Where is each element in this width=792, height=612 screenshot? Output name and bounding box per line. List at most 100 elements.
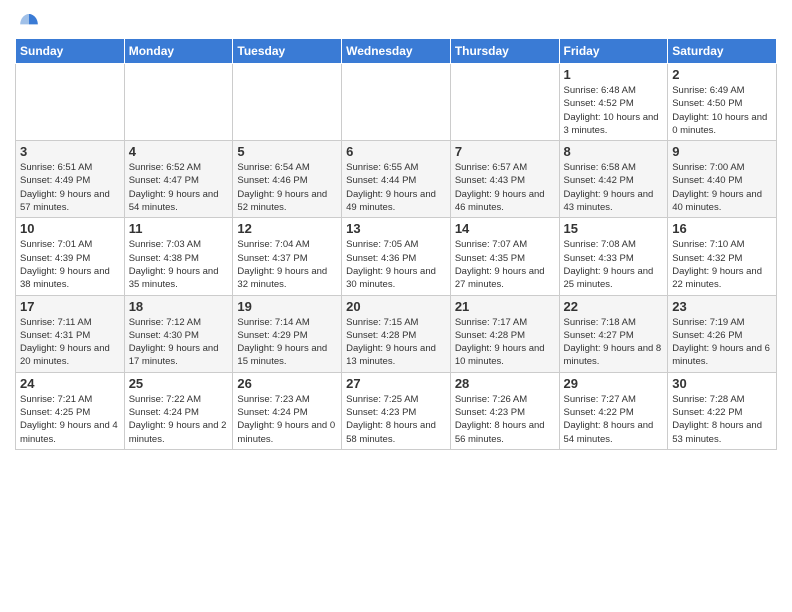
cell-info: Sunset: 4:30 PM [129,329,229,342]
cell-info: Sunset: 4:42 PM [564,174,664,187]
cell-2-7: 9Sunrise: 7:00 AMSunset: 4:40 PMDaylight… [668,141,777,218]
cell-4-1: 17Sunrise: 7:11 AMSunset: 4:31 PMDayligh… [16,295,125,372]
cell-info: Daylight: 10 hours and 0 minutes. [672,111,772,138]
day-number: 29 [564,376,664,391]
day-number: 13 [346,221,446,236]
cell-info: Daylight: 9 hours and 43 minutes. [564,188,664,215]
cell-5-7: 30Sunrise: 7:28 AMSunset: 4:22 PMDayligh… [668,372,777,449]
week-row-2: 3Sunrise: 6:51 AMSunset: 4:49 PMDaylight… [16,141,777,218]
cell-info: Sunrise: 7:28 AM [672,393,772,406]
cell-info: Daylight: 9 hours and 35 minutes. [129,265,229,292]
day-number: 27 [346,376,446,391]
week-row-1: 1Sunrise: 6:48 AMSunset: 4:52 PMDaylight… [16,64,777,141]
cell-info: Sunset: 4:28 PM [346,329,446,342]
day-number: 22 [564,299,664,314]
cell-info: Daylight: 9 hours and 32 minutes. [237,265,337,292]
day-number: 23 [672,299,772,314]
cell-4-5: 21 Sunrise: 7:17 AMSunset: 4:28 PMDayligh… [450,295,559,372]
cell-info: Sunrise: 7:11 AM [20,316,120,329]
cell-info: Sunrise: 7:01 AM [20,238,120,251]
cell-1-7: 2Sunrise: 6:49 AMSunset: 4:50 PMDaylight… [668,64,777,141]
cell-info: Sunrise: 7:10 AM [672,238,772,251]
cell-info: Sunrise: 7:25 AM [346,393,446,406]
header-day-sunday: Sunday [16,39,125,64]
cell-2-1: 3 Sunrise: 6:51 AMSunset: 4:49 PMDaylight… [16,141,125,218]
cell-1-1 [16,64,125,141]
cell-info: Sunset: 4:52 PM [564,97,664,110]
cell-info: Sunset: 4:29 PM [237,329,337,342]
cell-5-2: 25Sunrise: 7:22 AMSunset: 4:24 PMDayligh… [124,372,233,449]
cell-info: Sunset: 4:28 PM [455,329,555,342]
cell-info: Daylight: 8 hours and 56 minutes. [455,419,555,446]
cell-1-3 [233,64,342,141]
day-number: 10 [20,221,120,236]
cell-info: Daylight: 9 hours and 20 minutes. [20,342,120,369]
cell-info: Daylight: 8 hours and 53 minutes. [672,419,772,446]
calendar-table: SundayMondayTuesdayWednesdayThursdayFrid… [15,38,777,450]
cell-4-2: 18Sunrise: 7:12 AMSunset: 4:30 PMDayligh… [124,295,233,372]
cell-3-3: 12Sunrise: 7:04 AMSunset: 4:37 PMDayligh… [233,218,342,295]
day-number: 12 [237,221,337,236]
cell-2-6: 8Sunrise: 6:58 AMSunset: 4:42 PMDaylight… [559,141,668,218]
cell-1-4 [342,64,451,141]
cell-info: Sunrise: 7:22 AM [129,393,229,406]
cell-3-4: 13Sunrise: 7:05 AMSunset: 4:36 PMDayligh… [342,218,451,295]
cell-info: Sunrise: 7:21 AM [20,393,120,406]
cell-info: Daylight: 9 hours and 46 minutes. [455,188,555,215]
cell-5-1: 24Sunrise: 7:21 AMSunset: 4:25 PMDayligh… [16,372,125,449]
cell-info: Sunrise: 7:07 AM [455,238,555,251]
cell-4-3: 19Sunrise: 7:14 AMSunset: 4:29 PMDayligh… [233,295,342,372]
cell-info: Sunrise: 7:23 AM [237,393,337,406]
cell-info: Daylight: 9 hours and 2 minutes. [129,419,229,446]
cell-info: Daylight: 9 hours and 57 minutes. [20,188,120,215]
cell-info: Daylight: 9 hours and 54 minutes. [129,188,229,215]
header-day-thursday: Thursday [450,39,559,64]
cell-info: Daylight: 9 hours and 13 minutes. [346,342,446,369]
cell-4-6: 22Sunrise: 7:18 AMSunset: 4:27 PMDayligh… [559,295,668,372]
cell-info: Sunset: 4:37 PM [237,252,337,265]
day-number: 15 [564,221,664,236]
day-number: 1 [564,67,664,82]
logo [15,10,41,30]
cell-info: Sunset: 4:39 PM [20,252,120,265]
header-day-friday: Friday [559,39,668,64]
header [15,10,777,30]
cell-5-4: 27Sunrise: 7:25 AMSunset: 4:23 PMDayligh… [342,372,451,449]
cell-2-5: 7Sunrise: 6:57 AMSunset: 4:43 PMDaylight… [450,141,559,218]
day-number: 3 [20,144,120,159]
week-row-4: 17Sunrise: 7:11 AMSunset: 4:31 PMDayligh… [16,295,777,372]
cell-info: Daylight: 9 hours and 52 minutes. [237,188,337,215]
day-number: 24 [20,376,120,391]
cell-info: Daylight: 9 hours and 25 minutes. [564,265,664,292]
cell-4-7: 23Sunrise: 7:19 AMSunset: 4:26 PMDayligh… [668,295,777,372]
cell-info: Daylight: 9 hours and 10 minutes. [455,342,555,369]
cell-info: Sunset: 4:35 PM [455,252,555,265]
cell-info: Sunset: 4:22 PM [672,406,772,419]
cell-info: Daylight: 10 hours and 3 minutes. [564,111,664,138]
cell-info: Sunrise: 7:17 AM [455,316,555,329]
header-day-wednesday: Wednesday [342,39,451,64]
day-number: 20 [346,299,446,314]
cell-info: Sunset: 4:49 PM [20,174,120,187]
day-number: 9 [672,144,772,159]
day-number: 11 [129,221,229,236]
cell-5-5: 28Sunrise: 7:26 AMSunset: 4:23 PMDayligh… [450,372,559,449]
cell-info: Sunset: 4:36 PM [346,252,446,265]
cell-info: Sunset: 4:25 PM [20,406,120,419]
day-number: 8 [564,144,664,159]
day-number: 21 [455,299,555,314]
cell-2-3: 5Sunrise: 6:54 AMSunset: 4:46 PMDaylight… [233,141,342,218]
day-number: 25 [129,376,229,391]
cell-info: Sunrise: 7:14 AM [237,316,337,329]
cell-info: Daylight: 9 hours and 38 minutes. [20,265,120,292]
cell-info: Sunset: 4:44 PM [346,174,446,187]
cell-info: Daylight: 9 hours and 40 minutes. [672,188,772,215]
cell-info: Daylight: 9 hours and 15 minutes. [237,342,337,369]
cell-info: Daylight: 9 hours and 49 minutes. [346,188,446,215]
cell-info: Sunset: 4:24 PM [237,406,337,419]
cell-info: Sunset: 4:46 PM [237,174,337,187]
week-row-3: 10Sunrise: 7:01 AMSunset: 4:39 PMDayligh… [16,218,777,295]
cell-info: Sunrise: 6:51 AM [20,161,120,174]
cell-3-5: 14Sunrise: 7:07 AMSunset: 4:35 PMDayligh… [450,218,559,295]
cell-info: Daylight: 9 hours and 8 minutes. [564,342,664,369]
